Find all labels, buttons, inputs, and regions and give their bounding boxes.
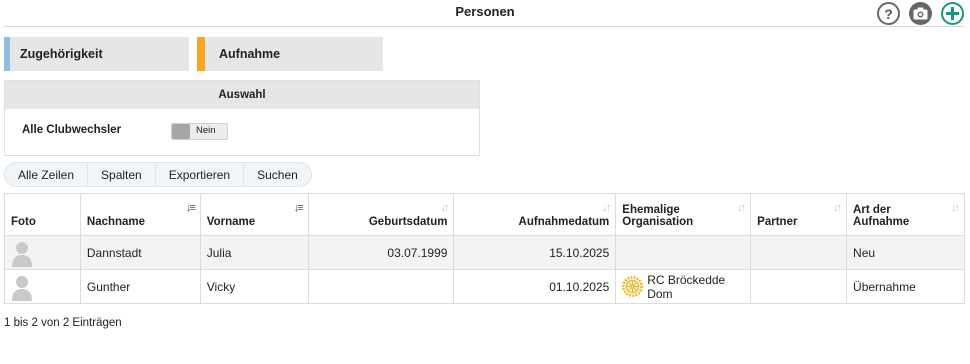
avatar-placeholder-icon — [12, 275, 32, 301]
tab-zugehoerigkeit[interactable]: Zugehörigkeit — [4, 37, 189, 71]
auswahl-panel: Auswahl Alle Clubwechsler Nein — [4, 80, 480, 156]
sort-icon[interactable]: ↓↑ — [833, 202, 842, 214]
column-header-nachname[interactable]: Nachname ↓≡ — [79, 193, 201, 236]
cell-aufnahmedatum: 01.10.2025 — [453, 269, 617, 304]
auswahl-title: Auswahl — [5, 81, 479, 109]
export-button[interactable]: Exportieren — [156, 163, 245, 186]
cell-art-der-aufnahme: Neu — [846, 235, 965, 270]
cell-geburtsdatum: 03.07.1999 — [307, 235, 455, 270]
cell-art-der-aufnahme: Übernahme — [846, 269, 965, 304]
cell-organisation: RC Bröckedde Dom — [615, 269, 752, 304]
clubwechsler-toggle[interactable]: Nein — [171, 123, 228, 140]
column-label-line2: Organisation — [622, 216, 694, 228]
column-header-partner[interactable]: Partner ↓↑ — [750, 193, 848, 236]
help-icon[interactable]: ? — [877, 2, 900, 25]
cell-geburtsdatum — [307, 269, 455, 304]
column-header-foto[interactable]: Foto — [4, 193, 81, 236]
page-title: Personen — [455, 4, 515, 19]
rotary-wheel-icon — [622, 276, 644, 297]
cell-foto — [4, 269, 81, 304]
tab-accent — [4, 37, 10, 71]
search-button[interactable]: Suchen — [244, 163, 311, 186]
organisation-entry: RC Bröckedde Dom — [622, 273, 744, 301]
cell-foto — [4, 235, 81, 270]
cell-aufnahmedatum: 15.10.2025 — [453, 235, 617, 270]
column-label-line2: Aufnahme — [853, 216, 910, 228]
tab-label: Zugehörigkeit — [20, 47, 103, 61]
sort-ascending-icon[interactable]: ↓≡ — [186, 202, 196, 214]
column-label: Aufnahmedatum — [518, 216, 610, 228]
sort-icon[interactable]: ↓↑ — [440, 202, 449, 214]
column-label: Nachname — [86, 216, 146, 228]
table-row[interactable]: Dannstadt Julia 03.07.1999 15.10.2025 Ne… — [4, 235, 965, 270]
sort-icon[interactable]: ↓↑ — [737, 202, 746, 214]
toggle-knob — [172, 124, 190, 139]
table-info: 1 bis 2 von 2 Einträgen — [4, 317, 122, 329]
clubwechsler-label: Alle Clubwechsler — [22, 124, 122, 136]
table-header-row: Foto Nachname ↓≡ Vorname ↓≡ Geburtsdatum… — [4, 193, 965, 236]
column-label: Geburtsdatum — [368, 216, 448, 228]
organisation-name: RC Bröckedde Dom — [647, 272, 726, 301]
tab-label: Aufnahme — [219, 47, 281, 61]
column-header-geburtsdatum[interactable]: Geburtsdatum ↓↑ — [307, 193, 455, 236]
column-label: Vorname — [206, 216, 256, 228]
camera-icon[interactable] — [909, 2, 932, 25]
cell-partner — [750, 269, 848, 304]
add-icon[interactable] — [941, 2, 964, 25]
columns-button[interactable]: Spalten — [88, 163, 156, 186]
cell-vorname: Vicky — [199, 269, 309, 304]
sort-ascending-icon[interactable]: ↓≡ — [294, 202, 304, 214]
persons-table: Foto Nachname ↓≡ Vorname ↓≡ Geburtsdatum… — [4, 193, 965, 304]
column-label-line1: Ehemalige — [622, 204, 680, 216]
header-divider — [4, 26, 964, 27]
column-header-aufnahmedatum[interactable]: Aufnahmedatum ↓↑ — [453, 193, 617, 236]
column-header-art-der-aufnahme[interactable]: Art der Aufnahme ↓↑ — [846, 193, 965, 236]
sort-icon[interactable]: ↓↑ — [951, 202, 960, 214]
cell-vorname: Julia — [199, 235, 309, 270]
cell-nachname: Gunther — [79, 269, 201, 304]
cell-nachname: Dannstadt — [79, 235, 201, 270]
filter-row: Alle Clubwechsler Nein — [5, 109, 479, 155]
all-rows-button[interactable]: Alle Zeilen — [5, 163, 89, 186]
table-row[interactable]: Gunther Vicky 01.10.2025 RC Bröckedde Do… — [4, 269, 965, 304]
tab-aufnahme[interactable]: Aufnahme — [197, 37, 383, 71]
avatar-placeholder-icon — [12, 241, 32, 267]
column-label: Partner — [757, 216, 798, 228]
toggle-value: Nein — [196, 125, 216, 136]
page-header: Personen ? — [0, 0, 970, 28]
cell-partner — [750, 235, 848, 270]
sort-icon[interactable]: ↓↑ — [602, 202, 611, 214]
column-header-vorname[interactable]: Vorname ↓≡ — [199, 193, 309, 236]
cell-organisation — [615, 235, 752, 270]
column-label-line1: Art der — [853, 204, 891, 216]
column-label: Foto — [11, 216, 36, 228]
tab-accent — [197, 37, 205, 71]
table-toolbar: Alle Zeilen Spalten Exportieren Suchen — [4, 162, 312, 187]
column-header-ehemalige-organisation[interactable]: Ehemalige Organisation ↓↑ — [615, 193, 752, 236]
